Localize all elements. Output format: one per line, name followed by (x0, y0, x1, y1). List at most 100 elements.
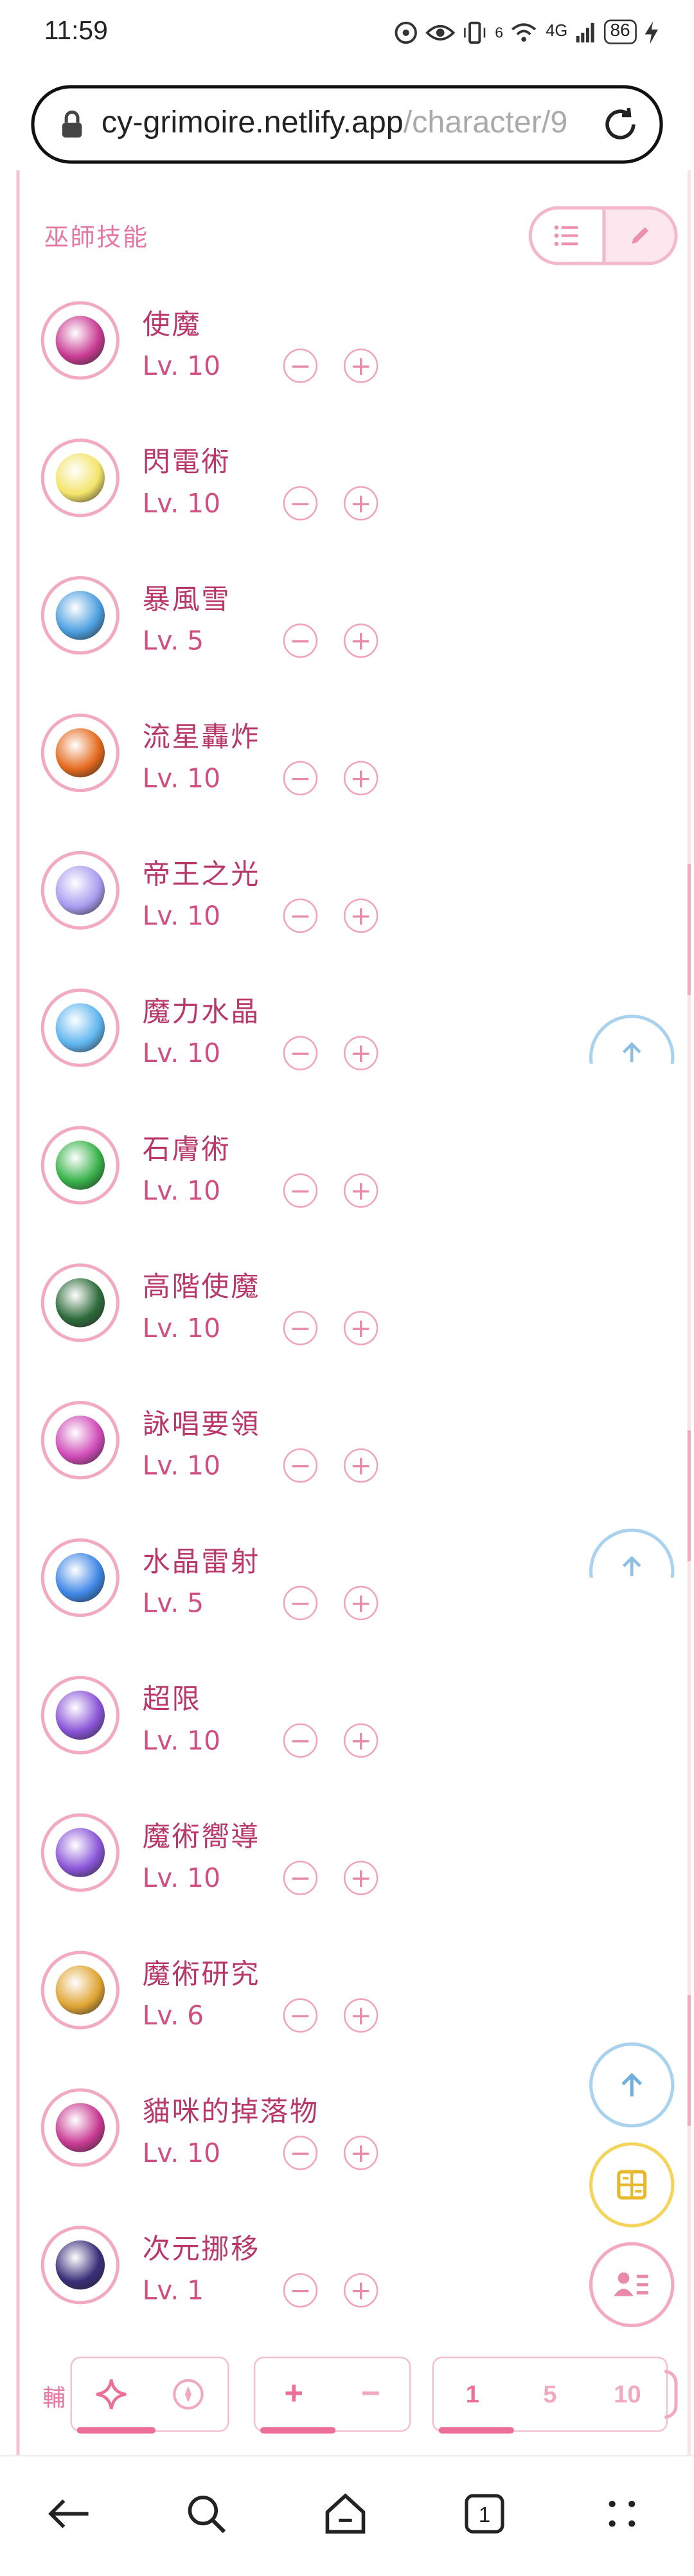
sign-minus-button[interactable]: − (332, 2358, 409, 2430)
skill-level: Lv. 1 (142, 2274, 204, 2306)
skill-row: 高階使魔 Lv. 10 − + (0, 1250, 694, 1388)
increase-level-button[interactable]: + (343, 1173, 378, 1208)
menu-button[interactable] (598, 2489, 646, 2538)
calculator-button[interactable] (589, 2142, 675, 2228)
sparkle-icon (96, 2379, 126, 2409)
active-indicator (76, 2427, 156, 2434)
mode-sparkle-button[interactable] (72, 2358, 150, 2430)
increase-level-button[interactable]: + (343, 2136, 378, 2170)
skill-icon (40, 1950, 120, 2030)
increase-level-button[interactable]: + (343, 1448, 378, 1483)
skill-name: 詠唱要領 (142, 1409, 261, 1442)
decrease-level-button[interactable]: − (283, 348, 318, 383)
skill-icon (40, 301, 120, 380)
decrease-level-button[interactable]: − (283, 486, 318, 521)
wifi-label: 6 (495, 23, 504, 41)
skill-icon-art (55, 1828, 105, 1877)
scroll-to-top-button[interactable] (589, 2042, 675, 2128)
url-path: /character/9 (403, 106, 568, 141)
decrease-level-button[interactable]: − (283, 1448, 318, 1483)
mode-compass-button[interactable] (150, 2358, 227, 2430)
mode-toggle-group (70, 2356, 229, 2434)
skill-row: 魔術嚮導 Lv. 10 − + (0, 1800, 694, 1938)
status-bar: 11:59 6 4G 86 (0, 0, 694, 72)
increase-level-button[interactable]: + (343, 2273, 378, 2308)
increase-level-button[interactable]: + (343, 1311, 378, 1346)
skill-level: Lv. 10 (142, 900, 221, 932)
sign-plus-button[interactable]: + (255, 2358, 332, 2430)
skill-level: Lv. 10 (142, 1862, 221, 1894)
skill-row: 超限 Lv. 10 − + (0, 1662, 694, 1800)
skill-level: Lv. 6 (142, 1999, 204, 2031)
decrease-level-button[interactable]: − (283, 1998, 318, 2033)
increase-level-button[interactable]: + (343, 623, 378, 658)
decrease-level-button[interactable]: − (283, 1860, 318, 1895)
skill-name: 魔力水晶 (142, 996, 261, 1030)
reload-icon[interactable] (601, 105, 640, 144)
active-indicator (260, 2427, 336, 2434)
list-icon (555, 225, 578, 246)
decrease-level-button[interactable]: − (283, 1173, 318, 1208)
vibrate-icon (465, 21, 486, 43)
url-host: cy-grimoire.netlify.app (101, 106, 404, 141)
increase-level-button[interactable]: + (343, 1585, 378, 1621)
skill-level: Lv. 10 (142, 1175, 221, 1207)
skill-icon (40, 438, 120, 518)
increase-level-button[interactable]: + (343, 1860, 378, 1895)
step-1-button[interactable]: 1 (434, 2358, 512, 2430)
skill-name: 次元挪移 (142, 2233, 261, 2267)
url-text[interactable]: cy-grimoire.netlify.app/character/9 (102, 106, 609, 142)
skill-row: 流星轟炸 Lv. 10 − + (0, 701, 694, 838)
skill-icon (40, 576, 120, 655)
increase-level-button[interactable]: + (343, 348, 378, 383)
tabs-button[interactable]: 1 (460, 2489, 509, 2538)
decrease-level-button[interactable]: − (283, 898, 318, 933)
decrease-level-button[interactable]: − (283, 1585, 318, 1621)
step-5-button[interactable]: 5 (512, 2358, 589, 2430)
skill-icon-art (55, 590, 105, 640)
decrease-level-button[interactable]: − (283, 1036, 318, 1070)
home-button[interactable] (321, 2489, 369, 2538)
skill-icon-art (55, 1965, 105, 2015)
increase-level-button[interactable]: + (343, 761, 378, 796)
decrease-level-button[interactable]: − (283, 1723, 318, 1758)
skill-name: 石膚術 (142, 1134, 231, 1167)
list-view-button[interactable] (531, 209, 605, 262)
skill-level: Lv. 5 (142, 625, 204, 656)
step-10-button[interactable]: 10 (589, 2358, 666, 2430)
tab-count: 1 (465, 2494, 504, 2534)
increase-level-button[interactable]: + (343, 1036, 378, 1070)
increase-level-button[interactable]: + (343, 1723, 378, 1758)
skill-icon-art (55, 316, 105, 365)
search-button[interactable] (182, 2489, 231, 2538)
increase-level-button[interactable]: + (343, 486, 378, 521)
charging-icon (645, 20, 658, 44)
skill-level: Lv. 10 (142, 762, 221, 794)
skill-name: 使魔 (142, 309, 202, 343)
edit-view-button[interactable] (605, 209, 675, 262)
skill-icon (40, 851, 120, 930)
character-page: 巫師技能 使魔 Lv. 10 − + 閃電術 Lv. 10 − + 暴風雪 Lv… (0, 170, 694, 2455)
pencil-icon (631, 227, 648, 244)
decrease-level-button[interactable]: − (283, 2273, 318, 2308)
address-bar[interactable]: cy-grimoire.netlify.app/character/9 (31, 85, 663, 164)
back-button[interactable] (44, 2489, 93, 2538)
view-toggle[interactable] (528, 206, 678, 266)
increase-level-button[interactable]: + (343, 1998, 378, 2033)
skill-icon-art (55, 1690, 105, 1740)
decrease-level-button[interactable]: − (283, 761, 318, 796)
skill-icon-art (55, 1553, 105, 1603)
skill-row: 使魔 Lv. 10 − + (0, 288, 694, 426)
skill-row: 詠唱要領 Lv. 10 − + (0, 1388, 694, 1526)
skill-icon-art (55, 728, 105, 778)
decrease-level-button[interactable]: − (283, 1311, 318, 1346)
status-icons: 6 4G 86 (395, 19, 658, 44)
character-info-button[interactable] (589, 2242, 675, 2327)
skill-icon-art (55, 2103, 105, 2152)
skill-icon (40, 1813, 120, 1892)
decrease-level-button[interactable]: − (283, 2136, 318, 2170)
arrow-up-icon (622, 1041, 641, 1063)
skill-icon (40, 1538, 120, 1617)
decrease-level-button[interactable]: − (283, 623, 318, 658)
increase-level-button[interactable]: + (343, 898, 378, 933)
